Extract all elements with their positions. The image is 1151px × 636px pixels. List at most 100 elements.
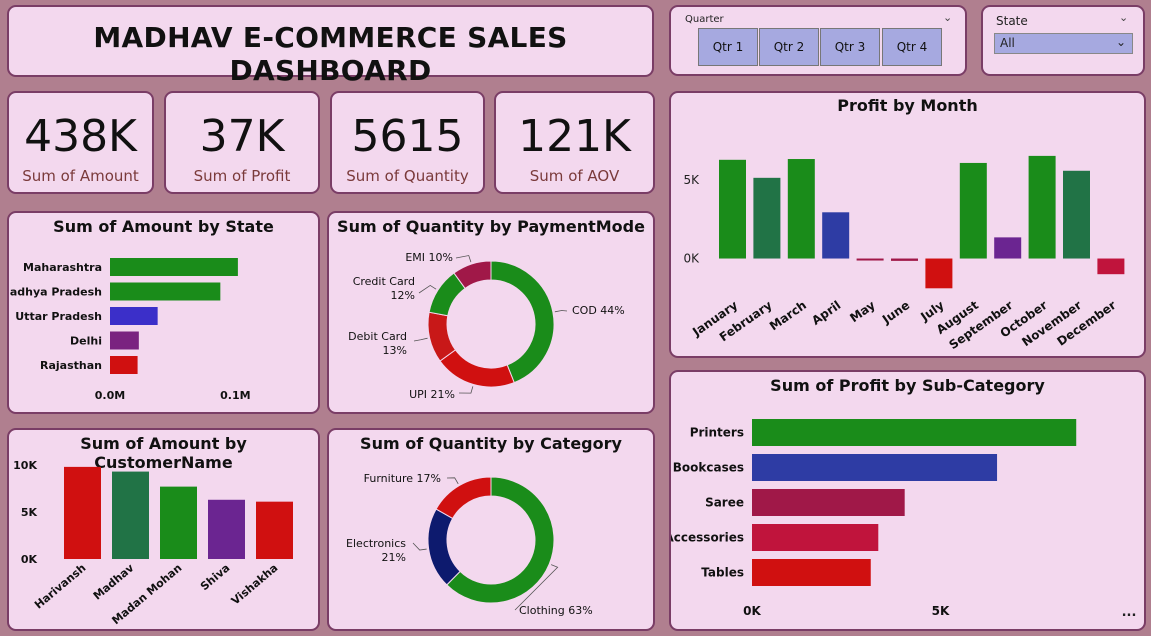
chevron-down-icon[interactable]: ⌄ (943, 11, 952, 24)
bar (256, 501, 293, 559)
category-label: Bookcases (673, 461, 744, 475)
category-label: Madhya Pradesh (9, 286, 102, 299)
quarter-slicer-label: Quarter (685, 14, 724, 25)
amount-by-customer-chart: 0K5K10KHarivansh MadhavMadan Mohan ShivaVi… (13, 459, 293, 627)
state-slicer-label: State (996, 14, 1028, 28)
state-dropdown[interactable]: All ⌄ (994, 33, 1133, 54)
x-tick-label: Harivansh (32, 561, 88, 611)
amount-by-customer-card: Sum of Amount by CustomerName 0K 5K 10K Har… (7, 428, 320, 631)
leader-line (554, 310, 568, 313)
bar (1063, 170, 1090, 259)
bar (1097, 258, 1125, 275)
quantity-by-paymentmode-card: Sum of Quantity by PaymentMode COD 44% UP… (327, 211, 655, 414)
bar (110, 282, 221, 301)
x-tick-label: Vishakha (229, 561, 281, 607)
category-label: Maharashtra (23, 261, 102, 274)
donut-slice (490, 260, 555, 384)
chevron-down-icon: ⌄ (1115, 35, 1126, 49)
profit-by-subcategory-chart: Printers Bookcases Saree Accessories Tables 0… (671, 419, 1136, 620)
category-label: Tables (701, 566, 744, 580)
quantity-by-paymentmode-chart: COD 44% UPI 21% Debit Card13% Credit Card12… (348, 251, 625, 401)
quarter-button-qtr1[interactable]: Qtr 1 (698, 28, 758, 66)
quantity-by-category-chart: Clothing 63% Electronics21% Furniture 17% (346, 472, 593, 617)
bar (994, 237, 1022, 259)
quarter-slicer: Quarter ⌄ Qtr 1 Qtr 2 Qtr 3 Qtr 4 (669, 5, 967, 76)
bar (160, 486, 197, 559)
x-tick-label: 5K (932, 604, 950, 618)
leader-line (418, 284, 437, 294)
x-tick-label: June (879, 298, 912, 327)
leader-line (412, 542, 427, 551)
kpi-value: 5615 (351, 111, 464, 162)
x-tick-label: March (767, 298, 809, 333)
bar (208, 499, 245, 559)
bar (64, 466, 101, 559)
bar (110, 356, 138, 374)
category-label: Delhi (70, 335, 102, 348)
y-tick-label: 0K (683, 252, 700, 266)
y-tick-label: 5K (683, 173, 700, 187)
bar (822, 212, 850, 259)
category-label: Rajasthan (40, 359, 102, 372)
category-label: Uttar Pradesh (15, 310, 102, 323)
bar (110, 331, 139, 350)
bar (112, 471, 149, 559)
state-slicer: State ⌄ All ⌄ (981, 5, 1145, 76)
slice-label: COD 44% (572, 304, 625, 317)
bar (752, 524, 879, 551)
kpi-value: 37K (199, 111, 285, 162)
slice-label: EMI 10% (405, 251, 453, 264)
kpi-value: 438K (24, 111, 137, 162)
category-label: Saree (705, 496, 744, 510)
slice-label: UPI 21% (409, 388, 455, 401)
slice-label: 13% (383, 344, 407, 357)
leader-line (446, 477, 459, 485)
x-tick-label: 0.0M (95, 389, 125, 402)
bar (959, 162, 987, 259)
kpi-card-aov: 121K Sum of AOV (494, 91, 655, 194)
bar (719, 159, 746, 259)
amount-by-state-chart: Maharashtra Madhya Pradesh Uttar Pradesh De… (9, 258, 251, 402)
profit-by-month-card: Profit by Month 0K 5K January February March… (669, 91, 1146, 358)
kpi-card-amount: 438K Sum of Amount (7, 91, 154, 194)
bar (752, 559, 871, 586)
slice-label: Clothing 63% (519, 604, 593, 617)
bar (925, 258, 953, 289)
profit-by-subcategory-card: Sum of Profit by Sub-Category Printers Bo… (669, 370, 1146, 631)
kpi-value: 121K (518, 111, 631, 162)
slice-label: Credit Card (353, 275, 415, 288)
title-card: MADHAV E-COMMERCE SALES DASHBOARD (7, 5, 654, 87)
bar (787, 159, 815, 259)
x-tick-label: Shiva (198, 561, 232, 593)
kpi-card-quantity: 5615 Sum of Quantity (330, 91, 485, 194)
bar (753, 177, 781, 259)
x-tick-label: Madhav (91, 561, 137, 603)
category-label: Accessories (671, 531, 744, 545)
x-tick-label: May (847, 298, 878, 325)
chevron-down-icon[interactable]: ⌄ (1119, 11, 1128, 24)
bar (752, 454, 998, 481)
quantity-by-category-card: Sum of Quantity by Category Clothing 63%… (327, 428, 655, 631)
slice-label: Debit Card (348, 330, 407, 343)
quarter-button-qtr2[interactable]: Qtr 2 (759, 28, 819, 66)
bar (110, 258, 238, 276)
y-tick-label: 0K (21, 553, 38, 566)
bar (856, 258, 884, 261)
category-label: Printers (690, 426, 744, 440)
quarter-button-qtr4[interactable]: Qtr 4 (882, 28, 942, 66)
donut-slice (435, 476, 492, 520)
kpi-label: Sum of AOV (529, 167, 620, 185)
slice-label: Electronics (346, 537, 406, 550)
kpi-card-profit: 37K Sum of Profit (164, 91, 320, 194)
leader-line (413, 337, 428, 342)
leader-line (455, 255, 472, 263)
donut-slice (427, 508, 461, 586)
slice-label: 12% (391, 289, 415, 302)
kpi-label: Sum of Profit (193, 167, 291, 185)
kpi-label: Sum of Quantity (346, 167, 469, 185)
bar (891, 258, 918, 261)
x-tick-label: 0K (743, 604, 761, 618)
quarter-button-qtr3[interactable]: Qtr 3 (820, 28, 880, 66)
bar (752, 419, 1077, 446)
bar (110, 307, 158, 325)
